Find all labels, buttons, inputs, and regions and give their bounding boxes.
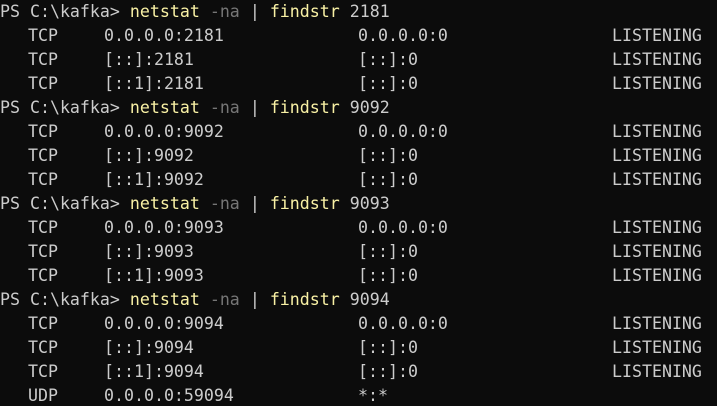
local-address: [::]:2181 <box>104 50 194 69</box>
prompt: PS C:\kafka> <box>0 194 120 213</box>
local-address: [::]:9092 <box>104 146 194 165</box>
protocol: TCP <box>28 338 58 357</box>
protocol: TCP <box>28 146 58 165</box>
foreign-address: [::]:0 <box>358 74 418 93</box>
filter-command: findstr <box>269 194 340 213</box>
foreign-address: [::]:0 <box>358 338 418 357</box>
local-address: [::1]:9092 <box>104 170 204 189</box>
output-row: TCP 0.0.0.0:9092 0.0.0.0:0 LISTENING <box>0 120 717 144</box>
prompt: PS C:\kafka> <box>0 2 120 21</box>
protocol: TCP <box>28 170 58 189</box>
connection-state: LISTENING <box>612 314 702 333</box>
filter-argument: 9092 <box>349 98 390 117</box>
connection-state: LISTENING <box>612 74 702 93</box>
protocol: TCP <box>28 362 58 381</box>
pipe-symbol: | <box>249 290 260 309</box>
local-address: [::]:9093 <box>104 242 194 261</box>
connection-state: LISTENING <box>612 146 702 165</box>
filter-argument: 9094 <box>349 290 390 309</box>
command-name: netstat <box>129 98 200 117</box>
local-address: [::]:9094 <box>104 338 194 357</box>
protocol: TCP <box>28 26 58 45</box>
pipe-symbol: | <box>249 98 260 117</box>
output-row: TCP [::]:2181 [::]:0 LISTENING <box>0 48 717 72</box>
command-flag: -na <box>209 290 240 309</box>
connection-state: LISTENING <box>612 50 702 69</box>
output-row: TCP 0.0.0.0:9093 0.0.0.0:0 LISTENING <box>0 216 717 240</box>
output-row: TCP 0.0.0.0:2181 0.0.0.0:0 LISTENING <box>0 24 717 48</box>
foreign-address: *:* <box>358 386 388 405</box>
local-address: 0.0.0.0:9094 <box>104 314 224 333</box>
foreign-address: 0.0.0.0:0 <box>358 218 448 237</box>
foreign-address: [::]:0 <box>358 50 418 69</box>
terminal-window[interactable]: PS C:\kafka> netstat -na | findstr 2181 … <box>0 0 717 406</box>
command-line: PS C:\kafka> netstat -na | findstr 9094 <box>0 288 717 312</box>
protocol: TCP <box>28 242 58 261</box>
command-line: PS C:\kafka> netstat -na | findstr 2181 <box>0 0 717 24</box>
command-flag: -na <box>209 194 240 213</box>
foreign-address: [::]:0 <box>358 362 418 381</box>
foreign-address: [::]:0 <box>358 266 418 285</box>
connection-state: LISTENING <box>612 218 702 237</box>
connection-state: LISTENING <box>612 26 702 45</box>
prompt: PS C:\kafka> <box>0 98 120 117</box>
pipe-symbol: | <box>249 2 260 21</box>
connection-state: LISTENING <box>612 362 702 381</box>
protocol: TCP <box>28 122 58 141</box>
protocol: TCP <box>28 50 58 69</box>
output-row: TCP [::1]:9094 [::]:0 LISTENING <box>0 360 717 384</box>
foreign-address: 0.0.0.0:0 <box>358 26 448 45</box>
command-line: PS C:\kafka> netstat -na | findstr 9092 <box>0 96 717 120</box>
output-row: TCP [::1]:9092 [::]:0 LISTENING <box>0 168 717 192</box>
output-row: TCP [::]:9093 [::]:0 LISTENING <box>0 240 717 264</box>
local-address: 0.0.0.0:59094 <box>104 386 234 405</box>
foreign-address: 0.0.0.0:0 <box>358 314 448 333</box>
protocol: TCP <box>28 218 58 237</box>
local-address: [::1]:2181 <box>104 74 204 93</box>
local-address: 0.0.0.0:2181 <box>104 26 224 45</box>
output-row: TCP [::1]:9093 [::]:0 LISTENING <box>0 264 717 288</box>
command-name: netstat <box>129 194 200 213</box>
connection-state: LISTENING <box>612 338 702 357</box>
connection-state: LISTENING <box>612 242 702 261</box>
foreign-address: [::]:0 <box>358 146 418 165</box>
foreign-address: [::]:0 <box>358 242 418 261</box>
pipe-symbol: | <box>249 194 260 213</box>
local-address: 0.0.0.0:9092 <box>104 122 224 141</box>
filter-command: findstr <box>269 290 340 309</box>
filter-argument: 2181 <box>349 2 390 21</box>
output-row: UDP 0.0.0.0:59094 *:* <box>0 384 717 406</box>
command-flag: -na <box>209 98 240 117</box>
output-row: TCP [::]:9092 [::]:0 LISTENING <box>0 144 717 168</box>
connection-state: LISTENING <box>612 266 702 285</box>
filter-command: findstr <box>269 2 340 21</box>
foreign-address: 0.0.0.0:0 <box>358 122 448 141</box>
local-address: [::1]:9094 <box>104 362 204 381</box>
command-line: PS C:\kafka> netstat -na | findstr 9093 <box>0 192 717 216</box>
protocol: TCP <box>28 266 58 285</box>
protocol: UDP <box>28 386 58 405</box>
connection-state: LISTENING <box>612 170 702 189</box>
protocol: TCP <box>28 74 58 93</box>
protocol: TCP <box>28 314 58 333</box>
foreign-address: [::]:0 <box>358 170 418 189</box>
local-address: 0.0.0.0:9093 <box>104 218 224 237</box>
output-row: TCP [::]:9094 [::]:0 LISTENING <box>0 336 717 360</box>
connection-state: LISTENING <box>612 122 702 141</box>
command-name: netstat <box>129 290 200 309</box>
output-row: TCP [::1]:2181 [::]:0 LISTENING <box>0 72 717 96</box>
command-name: netstat <box>129 2 200 21</box>
output-row: TCP 0.0.0.0:9094 0.0.0.0:0 LISTENING <box>0 312 717 336</box>
filter-argument: 9093 <box>349 194 390 213</box>
prompt: PS C:\kafka> <box>0 290 120 309</box>
local-address: [::1]:9093 <box>104 266 204 285</box>
command-flag: -na <box>209 2 240 21</box>
filter-command: findstr <box>269 98 340 117</box>
